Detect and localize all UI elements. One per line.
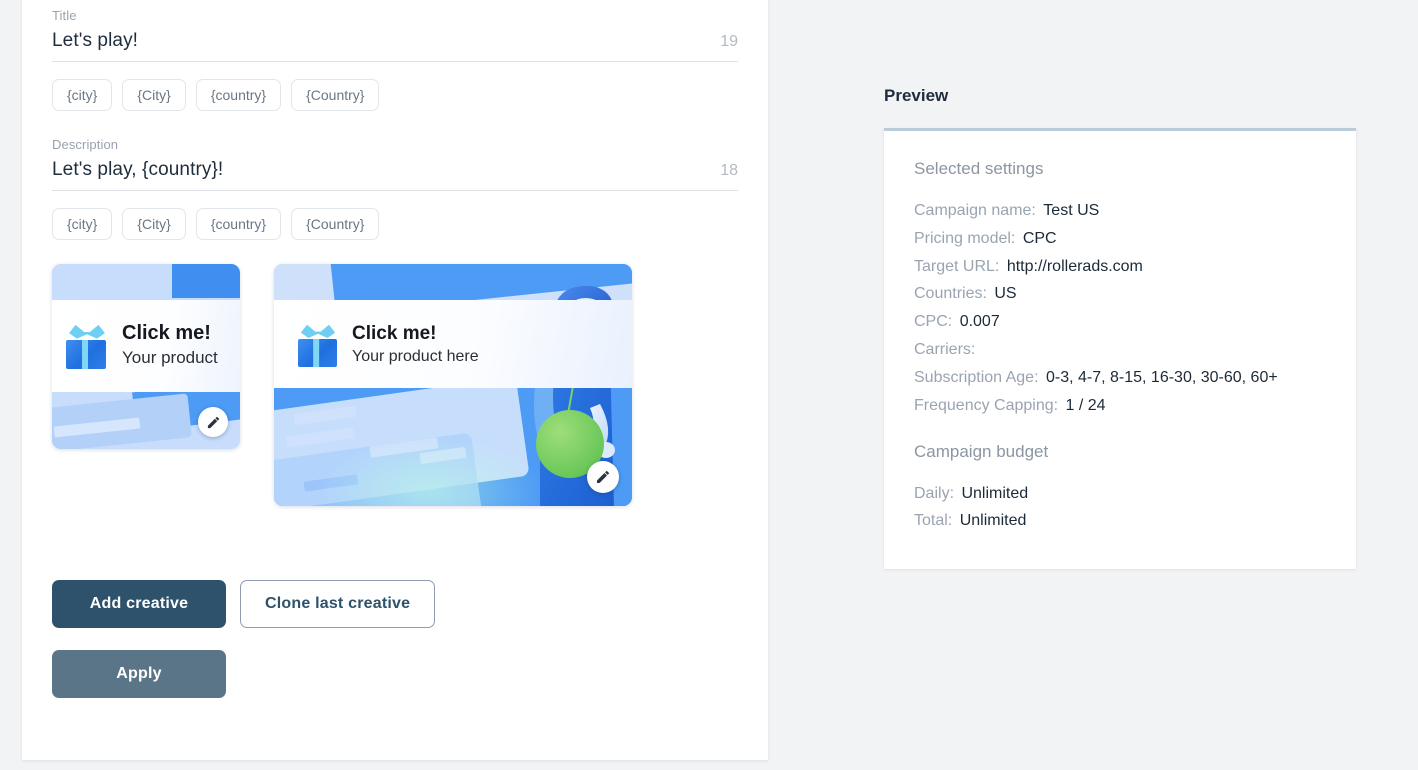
settings-value: [975, 341, 978, 358]
description-field-group: Description 18 {city} {City} {country} {…: [52, 137, 738, 240]
macro-chip-desc-city-upper[interactable]: {City}: [122, 208, 186, 240]
budget-key: Total:: [914, 512, 953, 530]
notification-title: Click me!: [122, 322, 211, 345]
title-input[interactable]: [52, 30, 709, 52]
notification-title: Click me!: [352, 322, 437, 344]
preview-card: Selected settings Campaign name: Test US…: [884, 128, 1356, 570]
settings-row: Carriers:: [914, 336, 1326, 364]
settings-key: Carriers:: [914, 341, 976, 359]
notification-text: Click me! Your product: [110, 322, 218, 369]
settings-key: Countries:: [914, 285, 987, 303]
apply-button[interactable]: Apply: [52, 650, 226, 698]
preview-heading: Preview: [884, 86, 949, 105]
selected-settings-list: Campaign name: Test US Pricing model: CP…: [914, 197, 1326, 420]
description-char-counter: 18: [720, 162, 738, 179]
page-root: Title 19 {city} {City} {country} {Countr…: [0, 0, 1418, 770]
gift-box-icon: [64, 323, 110, 369]
settings-row: Target URL: http://rollerads.com: [914, 253, 1326, 281]
title-input-row[interactable]: 19: [52, 30, 738, 62]
creative-notification: Click me! Your product here: [296, 310, 479, 380]
settings-value: 1 / 24: [1065, 396, 1106, 414]
macro-chip-desc-city-lower[interactable]: {city}: [52, 208, 113, 240]
notification-subtitle: Your product: [122, 348, 218, 368]
budget-value: Unlimited: [959, 512, 1027, 530]
settings-row: Pricing model: CPC: [914, 225, 1326, 253]
pencil-icon: [597, 471, 609, 483]
gift-bow: [300, 324, 336, 338]
settings-row: Frequency Capping: 1 / 24: [914, 392, 1326, 420]
description-input-row[interactable]: 18: [52, 159, 738, 191]
creative-action-buttons: Add creative Clone last creative: [52, 580, 738, 628]
clone-last-creative-button[interactable]: Clone last creative: [240, 580, 436, 628]
budget-value: Unlimited: [961, 484, 1029, 502]
creative-glow: [314, 436, 544, 506]
settings-value: US: [994, 285, 1017, 303]
gift-bow: [69, 324, 105, 339]
budget-row: Total: Unlimited: [914, 507, 1326, 535]
settings-key: Subscription Age:: [914, 368, 1039, 386]
macro-chip-desc-country-lower[interactable]: {country}: [195, 208, 282, 240]
creative-previews: Click me! Your product Click me! Your pr…: [52, 264, 738, 506]
edit-creative-button[interactable]: [198, 407, 228, 437]
settings-row: Subscription Age: 0-3, 4-7, 8-15, 16-30,…: [914, 364, 1326, 392]
preview-panel: Preview Selected settings Campaign name:…: [884, 86, 1356, 570]
title-label: Title: [52, 8, 77, 23]
title-field-group: Title 19 {city} {City} {country} {Countr…: [52, 8, 738, 111]
settings-key: Target URL:: [914, 257, 1000, 275]
settings-key: Campaign name:: [914, 202, 1036, 219]
settings-key: CPC:: [914, 313, 953, 331]
settings-value: CPC: [1022, 229, 1057, 247]
settings-value: http://rollerads.com: [1006, 257, 1143, 275]
macro-chip-country-lower[interactable]: {country}: [195, 79, 282, 111]
creative-top-band-accent: [172, 264, 240, 298]
gift-ribbon: [82, 339, 89, 369]
budget-row: Daily: Unlimited: [914, 480, 1326, 508]
gift-box-icon: [296, 323, 340, 367]
macro-chip-city-upper[interactable]: {City}: [122, 79, 186, 111]
creative-thumbnail-icon[interactable]: Click me! Your product: [52, 264, 240, 449]
creative-thumbnail-image[interactable]: Click me! Your product here: [274, 264, 632, 506]
settings-row: Countries: US: [914, 280, 1326, 308]
settings-value: 0.007: [959, 313, 1000, 331]
description-input[interactable]: [52, 159, 709, 181]
edit-creative-button[interactable]: [587, 461, 619, 493]
selected-settings-title: Selected settings: [914, 159, 1044, 178]
budget-key: Daily:: [914, 484, 955, 502]
campaign-budget-list: Daily: Unlimited Total: Unlimited: [914, 480, 1326, 536]
settings-row: Campaign name: Test US: [914, 197, 1326, 225]
add-creative-button[interactable]: Add creative: [52, 580, 226, 628]
notification-subtitle: Your product here: [352, 347, 479, 365]
creative-notification: Click me! Your product: [64, 308, 218, 384]
settings-key: Frequency Capping:: [914, 396, 1059, 414]
settings-value: 0-3, 4-7, 8-15, 16-30, 30-60, 60+: [1045, 368, 1278, 386]
macro-chip-desc-country-upper[interactable]: {Country}: [291, 208, 380, 240]
macro-chip-city-lower[interactable]: {city}: [52, 79, 113, 111]
title-macro-chips: {city} {City} {country} {Country}: [52, 79, 738, 111]
settings-key: Pricing model:: [914, 229, 1016, 247]
description-label: Description: [52, 137, 119, 152]
notification-text: Click me! Your product here: [340, 323, 479, 368]
settings-row: CPC: 0.007: [914, 308, 1326, 336]
settings-value: Test US: [1043, 202, 1100, 219]
pencil-icon: [207, 416, 219, 428]
macro-chip-country-upper[interactable]: {Country}: [291, 79, 380, 111]
gift-ribbon: [313, 338, 320, 367]
campaign-budget-title: Campaign budget: [914, 441, 1049, 461]
description-macro-chips: {city} {City} {country} {Country}: [52, 208, 738, 240]
creative-form-card: Title 19 {city} {City} {country} {Countr…: [22, 0, 768, 760]
title-char-counter: 19: [720, 33, 738, 50]
